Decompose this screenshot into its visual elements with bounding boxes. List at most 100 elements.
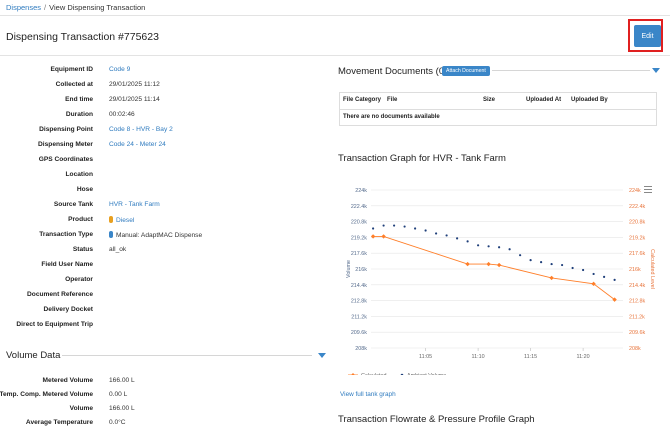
header-divider — [0, 55, 670, 56]
detail-value[interactable]: Code 9 — [109, 66, 130, 73]
volume-data-collapse-icon[interactable] — [318, 353, 326, 358]
detail-label: Status — [72, 246, 93, 253]
legend-calculated-marker — [351, 373, 355, 375]
detail-label: Transaction Type — [39, 231, 93, 238]
detail-label: Document Reference — [27, 291, 93, 298]
column-file[interactable]: File — [387, 97, 397, 103]
volume-value: 0.0°C — [109, 419, 126, 426]
documents-table: File Category File Size Uploaded At Uplo… — [339, 92, 657, 126]
x-tick-label: 11:20 — [577, 354, 590, 360]
ambient-volume-point — [424, 229, 427, 232]
detail-label: Dispensing Meter — [38, 141, 93, 148]
calculated-point — [549, 275, 554, 281]
column-size[interactable]: Size — [483, 97, 495, 103]
x-tick-label: 11:10 — [472, 354, 485, 360]
ambient-volume-point — [550, 262, 553, 266]
detail-label: GPS Coordinates — [38, 156, 93, 163]
y-tick-right: 219.2k — [629, 235, 645, 241]
volume-label: Temp. Comp. Metered Volume — [0, 391, 93, 398]
ambient-volume-point — [571, 266, 574, 270]
ambient-volume-point — [592, 272, 595, 276]
detail-value-text: 29/01/2025 11:14 — [109, 96, 160, 103]
detail-label: End time — [65, 96, 93, 103]
movement-documents-collapse-icon[interactable] — [652, 68, 660, 73]
breadcrumb-dispenses-link[interactable]: Dispenses — [6, 3, 41, 12]
y-tick-left: 214.4k — [351, 283, 367, 289]
y-tick-left: 209.6k — [351, 330, 367, 336]
ambient-volume-point — [487, 245, 490, 248]
detail-label: Source Tank — [53, 201, 93, 208]
ambient-volume-point — [414, 227, 417, 230]
legend-calculated-label: Calculated — [361, 373, 386, 375]
detail-value-text: Diesel — [116, 217, 135, 224]
detail-value-text: Code 9 — [109, 66, 131, 73]
y-tick-right: 220.8k — [629, 220, 645, 226]
ambient-volume-point — [529, 259, 532, 262]
ambient-volume-point — [393, 224, 396, 227]
detail-value[interactable]: Code 8 - HVR - Bay 2 — [109, 126, 173, 133]
volume-label: Volume — [69, 405, 93, 412]
detail-label: Dispensing Point — [39, 126, 93, 133]
detail-value[interactable]: HVR - Tank Farm — [109, 201, 160, 208]
volume-value: 0.00 L — [109, 391, 128, 398]
y-tick-left: 222.4k — [351, 204, 367, 210]
breadcrumb-divider — [0, 15, 670, 16]
y-tick-left: 217.6k — [351, 251, 367, 257]
column-file-category[interactable]: File Category — [343, 97, 381, 103]
volume-data-divider — [62, 355, 312, 356]
breadcrumb: Dispenses / View Dispensing Transaction — [6, 3, 145, 12]
detail-value[interactable]: Code 24 - Meter 24 — [109, 141, 166, 148]
detail-label: Equipment ID — [50, 66, 94, 73]
y-axis-title-left: Volume — [346, 260, 352, 278]
detail-value: 29/01/2025 11:12 — [109, 81, 160, 88]
detail-value-text: 29/01/2025 11:12 — [109, 81, 160, 88]
ambient-volume-point — [445, 234, 448, 237]
y-tick-right: 217.6k — [629, 251, 645, 257]
ambient-volume-point — [382, 224, 385, 227]
ambient-volume-point — [435, 232, 438, 235]
volume-label: Average Temperature — [25, 419, 93, 426]
edit-button[interactable]: Edit — [634, 25, 661, 47]
flowrate-pressure-heading: Transaction Flowrate & Pressure Profile … — [338, 414, 535, 425]
transaction-details: Equipment ID Code 9 Collected at 29/01/2025… — [0, 66, 320, 336]
volume-data-heading: Volume Data — [6, 350, 61, 361]
detail-label: Duration — [65, 111, 93, 118]
x-tick-label: 11:05 — [419, 354, 432, 360]
ambient-volume-point — [582, 268, 585, 272]
ambient-volume-point — [372, 227, 375, 230]
detail-value: 29/01/2025 11:14 — [109, 96, 160, 103]
column-uploaded-at[interactable]: Uploaded At — [526, 97, 561, 103]
y-tick-right: 222.4k — [629, 204, 645, 210]
detail-label: Location — [65, 171, 93, 178]
x-tick-label: 11:15 — [524, 354, 537, 360]
detail-label: Direct to Equipment Trip — [16, 321, 93, 328]
y-tick-right: 214.4k — [629, 283, 645, 289]
y-tick-left: 208k — [355, 346, 367, 352]
y-tick-right: 216k — [629, 267, 641, 273]
detail-label: Field User Name — [41, 261, 93, 268]
transaction-chart: 224k 224k 222.4k 222.4k 220.8k 220.8k 219.2k 21… — [346, 188, 655, 375]
transaction-graph-heading: Transaction Graph for HVR - Tank Farm — [338, 153, 506, 164]
y-tick-left: 224k — [355, 188, 367, 194]
y-axis-title-right: Calculated Level — [649, 249, 655, 289]
calculated-series-line — [373, 235, 615, 300]
detail-label: Hose — [76, 186, 93, 193]
column-uploaded-by[interactable]: Uploaded By — [571, 97, 608, 103]
calculated-point — [381, 234, 386, 239]
breadcrumb-separator: / — [44, 3, 47, 12]
detail-value[interactable]: Diesel — [109, 216, 134, 224]
view-full-tank-graph-link[interactable]: View full tank graph — [340, 391, 396, 398]
y-tick-right: 209.6k — [629, 330, 645, 336]
detail-label: Operator — [65, 276, 93, 283]
y-tick-right: 208k — [629, 346, 641, 352]
attach-document-button[interactable]: Attach Document — [442, 66, 490, 76]
detail-value-text: HVR - Tank Farm — [109, 201, 160, 208]
y-tick-left: 211.2k — [351, 314, 367, 320]
ambient-volume-point — [498, 246, 501, 249]
ambient-volume-point — [508, 248, 511, 251]
legend-ambient-label: Ambient Volume — [407, 373, 446, 375]
y-tick-right: 211.2k — [629, 314, 645, 320]
ambient-volume-point — [540, 260, 543, 264]
detail-value-text: all_ok — [109, 246, 127, 253]
calculated-point — [496, 262, 502, 268]
